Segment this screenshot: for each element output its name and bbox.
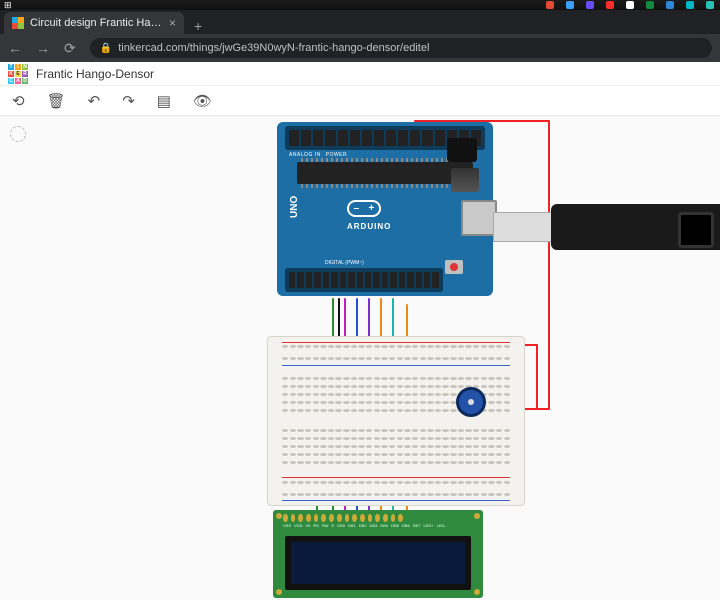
breadboard-row bbox=[282, 461, 510, 464]
arduino-digital-label: DIGITAL (PWM~) bbox=[325, 260, 364, 266]
mount-hole-icon bbox=[474, 589, 480, 595]
tray-icon[interactable] bbox=[706, 1, 714, 9]
windows-taskbar: ⊞ bbox=[0, 0, 720, 10]
redo-button[interactable]: ↷ bbox=[122, 92, 135, 110]
tab-close-icon[interactable]: × bbox=[169, 16, 176, 30]
visibility-button[interactable]: 👁 bbox=[193, 92, 212, 110]
usb-cable-body-icon bbox=[551, 204, 720, 250]
breadboard-row bbox=[282, 437, 510, 440]
mount-hole-icon bbox=[276, 589, 282, 595]
delete-button[interactable]: 🗑 bbox=[47, 92, 66, 110]
atmega-chip-icon bbox=[297, 162, 473, 184]
url-field[interactable]: 🔒 tinkercad.com/things/jwGe39N0wyN-frant… bbox=[90, 38, 712, 58]
tray-icon[interactable] bbox=[546, 1, 554, 9]
nav-reload-icon[interactable]: ⟳ bbox=[64, 40, 76, 57]
reset-button-icon bbox=[445, 260, 463, 274]
tray-icon[interactable] bbox=[566, 1, 574, 9]
tray-icon[interactable] bbox=[626, 1, 634, 9]
arduino-bottom-header bbox=[285, 268, 443, 292]
lcd-pin-row bbox=[283, 514, 403, 522]
usb-port-icon bbox=[461, 200, 497, 236]
lcd-screen-icon bbox=[285, 536, 471, 590]
project-title[interactable]: Frantic Hango-Densor bbox=[36, 67, 154, 81]
component-usb-cable[interactable] bbox=[493, 202, 720, 262]
component-arduino-uno[interactable]: ANALOG IN POWER – + ARDUINO UNO DIGITAL … bbox=[277, 122, 493, 296]
component-potentiometer[interactable] bbox=[456, 387, 486, 417]
tinkercad-logo[interactable]: TIN KER CAD bbox=[8, 64, 28, 84]
breadboard-row bbox=[282, 357, 510, 360]
arduino-infinity-icon: – + bbox=[347, 200, 381, 217]
annotations-button[interactable]: ▤ bbox=[157, 92, 171, 110]
tray-icon[interactable] bbox=[646, 1, 654, 9]
url-text: tinkercad.com/things/jwGe39N0wyN-frantic… bbox=[118, 42, 429, 54]
breadboard-row bbox=[282, 493, 510, 496]
browser-tab-active[interactable]: Circuit design Frantic Hango-De × bbox=[4, 12, 184, 34]
tab-title: Circuit design Frantic Hango-De bbox=[30, 17, 163, 29]
arduino-brand-label: ARDUINO bbox=[347, 222, 391, 231]
wire-red[interactable] bbox=[536, 344, 538, 410]
component-lcd-16x2[interactable]: VSSVDDV0RSRWEDB0DB1DB2DB3DB4DB5DB6DB7LED… bbox=[273, 510, 483, 598]
mount-hole-icon bbox=[474, 513, 480, 519]
arduino-regulator-icon bbox=[451, 168, 479, 192]
rail-plus-icon bbox=[282, 477, 510, 478]
mount-hole-icon bbox=[276, 513, 282, 519]
barrel-jack-icon bbox=[447, 138, 477, 162]
wire-red[interactable] bbox=[548, 120, 550, 410]
rotate-button[interactable]: ⟲ bbox=[12, 92, 25, 110]
windows-start-icon[interactable]: ⊞ bbox=[4, 0, 12, 11]
breadboard-row bbox=[282, 453, 510, 456]
breadboard-row bbox=[282, 377, 510, 380]
rail-minus-icon bbox=[282, 500, 510, 501]
tray-icon[interactable] bbox=[686, 1, 694, 9]
usb-plug-a-icon bbox=[493, 212, 553, 242]
component-breadboard[interactable] bbox=[267, 336, 525, 506]
breadboard-row bbox=[282, 429, 510, 432]
tray-icon[interactable] bbox=[666, 1, 674, 9]
browser-tabbar: Circuit design Frantic Hango-De × + bbox=[0, 10, 720, 34]
zoom-fit-button[interactable] bbox=[10, 126, 26, 142]
nav-forward-icon[interactable]: → bbox=[36, 40, 50, 56]
rail-plus-icon bbox=[282, 342, 510, 343]
nav-back-icon[interactable]: ← bbox=[8, 40, 22, 56]
breadboard-row bbox=[282, 445, 510, 448]
editor-toolbar: ⟲ 🗑 ↶ ↷ ▤ 👁 bbox=[0, 86, 720, 116]
tray-icon[interactable] bbox=[606, 1, 614, 9]
new-tab-button[interactable]: + bbox=[184, 18, 212, 34]
lock-icon: 🔒 bbox=[100, 43, 112, 54]
undo-button[interactable]: ↶ bbox=[88, 92, 101, 110]
arduino-model-label: UNO bbox=[289, 196, 300, 218]
tinkercad-favicon bbox=[12, 17, 24, 29]
breadboard-row bbox=[282, 345, 510, 357]
browser-address-bar: ← → ⟳ 🔒 tinkercad.com/things/jwGe39N0wyN… bbox=[0, 34, 720, 62]
app-header: TIN KER CAD Frantic Hango-Densor bbox=[0, 62, 720, 86]
lcd-pin-labels: VSSVDDV0RSRWEDB0DB1DB2DB3DB4DB5DB6DB7LED… bbox=[283, 523, 403, 528]
tray-icon[interactable] bbox=[586, 1, 594, 9]
circuit-canvas[interactable]: ANALOG IN POWER – + ARDUINO UNO DIGITAL … bbox=[0, 116, 720, 600]
breadboard-row bbox=[282, 481, 510, 484]
rail-minus-icon bbox=[282, 365, 510, 366]
